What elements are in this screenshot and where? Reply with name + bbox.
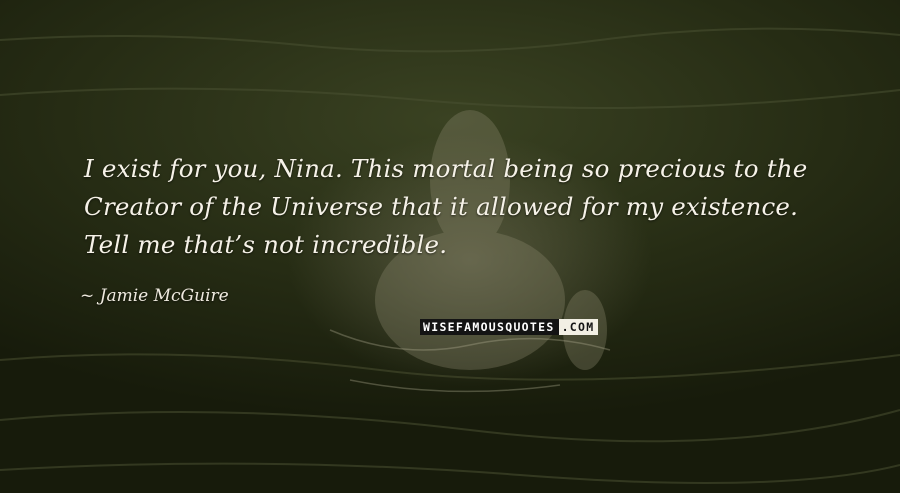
quote-line: Creator of the Universe that it allowed … (84, 192, 799, 221)
watermark-logo: WISEFAMOUSQUOTES .COM (420, 319, 599, 335)
author-dash: ~ (80, 286, 100, 306)
quote-card: I exist for you, Nina. This mortal being… (0, 0, 900, 493)
quote-author: ~ Jamie McGuire (80, 285, 229, 307)
quote-line: Tell me that’s not incredible. (84, 230, 448, 259)
watermark-brand: WISEFAMOUSQUOTES (420, 319, 559, 335)
quote-text: I exist for you, Nina. This mortal being… (84, 150, 864, 264)
author-name: Jamie McGuire (99, 286, 229, 306)
quote-line: I exist for you, Nina. This mortal being… (84, 154, 808, 183)
watermark-suffix: .COM (558, 319, 599, 335)
